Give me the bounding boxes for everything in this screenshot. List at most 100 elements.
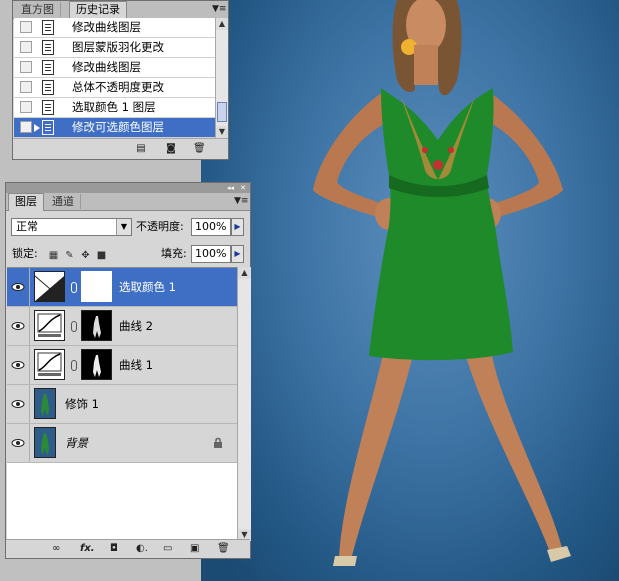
trash-icon[interactable]: 🗑 (193, 143, 206, 155)
curves-adjustment-thumbnail[interactable] (34, 349, 65, 380)
layers-scrollbar[interactable]: ▲ ▼ (237, 267, 251, 541)
history-brush-source-icon[interactable] (20, 41, 32, 53)
history-list: 修改曲线图层 图层蒙版羽化更改 修改曲线图层 总体不透明度更改 选取颜色 1 图… (14, 18, 215, 138)
adjustment-layer-icon[interactable]: ◐. (136, 543, 148, 555)
history-item-label: 修改可选颜色图层 (72, 120, 164, 134)
new-layer-icon[interactable]: ▣ (190, 543, 199, 555)
tab-channels[interactable]: 通道 (46, 194, 81, 209)
tab-histogram[interactable]: 直方图 (15, 2, 61, 17)
history-state-icon (42, 100, 54, 115)
green-dress-shape (369, 88, 513, 361)
layer-row-retouch-1[interactable]: 修饰 1 (7, 385, 237, 424)
history-item-label: 修改曲线图层 (72, 60, 141, 74)
layer-name[interactable]: 曲线 1 (119, 346, 153, 384)
history-item[interactable]: 图层蒙版羽化更改 (14, 38, 215, 58)
fill-label: 填充: (161, 247, 187, 260)
layer-mask-thumbnail[interactable] (81, 310, 112, 341)
layer-name[interactable]: 背景 (65, 424, 88, 462)
panel-menu-icon[interactable]: ▼≡ (234, 195, 248, 207)
eye-visibility-icon[interactable] (11, 319, 25, 333)
lock-all-padlock-icon[interactable]: ■ (96, 250, 107, 261)
layer-row-background[interactable]: 背景 (7, 424, 237, 463)
lock-transparent-pixels-icon[interactable]: ▦ (48, 250, 59, 261)
link-layers-icon[interactable]: ∞ (52, 543, 60, 555)
new-group-icon[interactable]: ▭ (163, 543, 172, 555)
visibility-column (7, 346, 30, 384)
scrollbar-thumb[interactable] (217, 102, 227, 122)
mask-link-chain-icon[interactable] (71, 360, 77, 371)
layer-name[interactable]: 选取颜色 1 (119, 268, 176, 306)
layer-row-curves-1[interactable]: 曲线 1 (7, 346, 237, 385)
lock-position-move-icon[interactable]: ✥ (80, 250, 91, 261)
history-state-icon (42, 60, 54, 75)
panel-titlebar[interactable]: ◂◂ ✕ (6, 183, 250, 193)
history-item[interactable]: 修改曲线图层 (14, 58, 215, 78)
curves-adjustment-thumbnail[interactable] (34, 310, 65, 341)
tab-layers[interactable]: 图层 (8, 193, 44, 211)
history-brush-source-icon[interactable] (20, 61, 32, 73)
history-item[interactable]: 选取颜色 1 图层 (14, 98, 215, 118)
document-canvas-photo[interactable] (201, 0, 619, 581)
snapshot-camera-icon[interactable]: ◙ (165, 143, 177, 155)
history-brush-source-icon[interactable] (20, 101, 32, 113)
panel-menu-icon[interactable]: ▼≡ (212, 3, 226, 15)
history-item[interactable]: 修改曲线图层 (14, 18, 215, 38)
lock-label: 锁定: (12, 247, 38, 260)
close-panel-icon[interactable]: ✕ (240, 183, 246, 193)
current-state-arrow-icon (34, 124, 40, 132)
fill-field[interactable]: 100% (191, 245, 231, 263)
lock-image-pixels-brush-icon[interactable]: ✎ (64, 250, 75, 261)
history-panel: 直方图 历史记录 ▼≡ 修改曲线图层 图层蒙版羽化更改 修改曲线图层 总体不透明… (12, 0, 229, 160)
history-item-label: 选取颜色 1 图层 (72, 100, 156, 114)
history-panel-tabs: 直方图 历史记录 ▼≡ (13, 1, 228, 19)
layer-row-curves-2[interactable]: 曲线 2 (7, 307, 237, 346)
model-figure (313, 0, 571, 566)
selective-color-adjustment-thumbnail[interactable] (34, 271, 65, 302)
layer-mask-thumbnail[interactable] (81, 271, 112, 302)
layer-name[interactable]: 曲线 2 (119, 307, 153, 345)
eye-visibility-icon[interactable] (11, 436, 25, 450)
fx-icon[interactable]: fx. (80, 543, 95, 555)
history-item-label: 修改曲线图层 (72, 20, 141, 34)
new-document-from-state-icon[interactable]: ▤ (135, 143, 147, 155)
history-brush-source-icon[interactable] (20, 81, 32, 93)
fill-slider-arrow-icon[interactable]: ▶ (231, 245, 244, 263)
mask-link-chain-icon[interactable] (71, 321, 77, 332)
blend-mode-select[interactable]: 正常 ▼ (11, 218, 132, 236)
layer-image-thumbnail[interactable] (34, 388, 56, 419)
tab-history[interactable]: 历史记录 (69, 1, 127, 19)
scroll-down-arrow-icon[interactable]: ▼ (216, 126, 228, 138)
eye-visibility-icon[interactable] (11, 358, 25, 372)
layer-mask-thumbnail[interactable] (81, 349, 112, 380)
opacity-label: 不透明度: (136, 220, 184, 233)
add-mask-icon[interactable]: ◘ (110, 543, 118, 555)
collapse-panel-icon[interactable]: ◂◂ (227, 183, 234, 193)
trash-icon[interactable]: 🗑 (217, 543, 230, 555)
history-state-icon (42, 20, 54, 35)
history-state-icon (42, 40, 54, 55)
history-state-icon (42, 80, 54, 95)
scroll-up-arrow-icon[interactable]: ▲ (216, 18, 228, 30)
eye-visibility-icon[interactable] (11, 280, 25, 294)
blend-mode-value: 正常 (16, 220, 38, 233)
opacity-slider-arrow-icon[interactable]: ▶ (231, 218, 244, 236)
history-item[interactable]: 总体不透明度更改 (14, 78, 215, 98)
history-brush-source-icon[interactable] (20, 21, 32, 33)
mask-link-chain-icon[interactable] (71, 282, 77, 293)
opacity-field[interactable]: 100% (191, 218, 231, 236)
layer-row-selective-color[interactable]: 选取颜色 1 (7, 268, 237, 307)
scroll-up-arrow-icon[interactable]: ▲ (238, 267, 251, 279)
layer-image-thumbnail[interactable] (34, 427, 56, 458)
layer-name[interactable]: 修饰 1 (65, 385, 99, 423)
layers-footer: ∞ fx. ◘ ◐. ▭ ▣ 🗑 (6, 539, 250, 558)
history-state-icon (42, 120, 54, 135)
history-item-selected[interactable]: 修改可选颜色图层 (14, 118, 215, 138)
visibility-column (7, 307, 30, 345)
history-brush-source-icon[interactable] (20, 121, 32, 133)
chevron-down-icon: ▼ (116, 219, 131, 235)
history-footer: ▤ ◙ 🗑 (13, 138, 228, 159)
history-scrollbar[interactable]: ▲ ▼ (215, 18, 228, 138)
history-item-label: 图层蒙版羽化更改 (72, 40, 164, 54)
visibility-column (7, 424, 30, 462)
eye-visibility-icon[interactable] (11, 397, 25, 411)
